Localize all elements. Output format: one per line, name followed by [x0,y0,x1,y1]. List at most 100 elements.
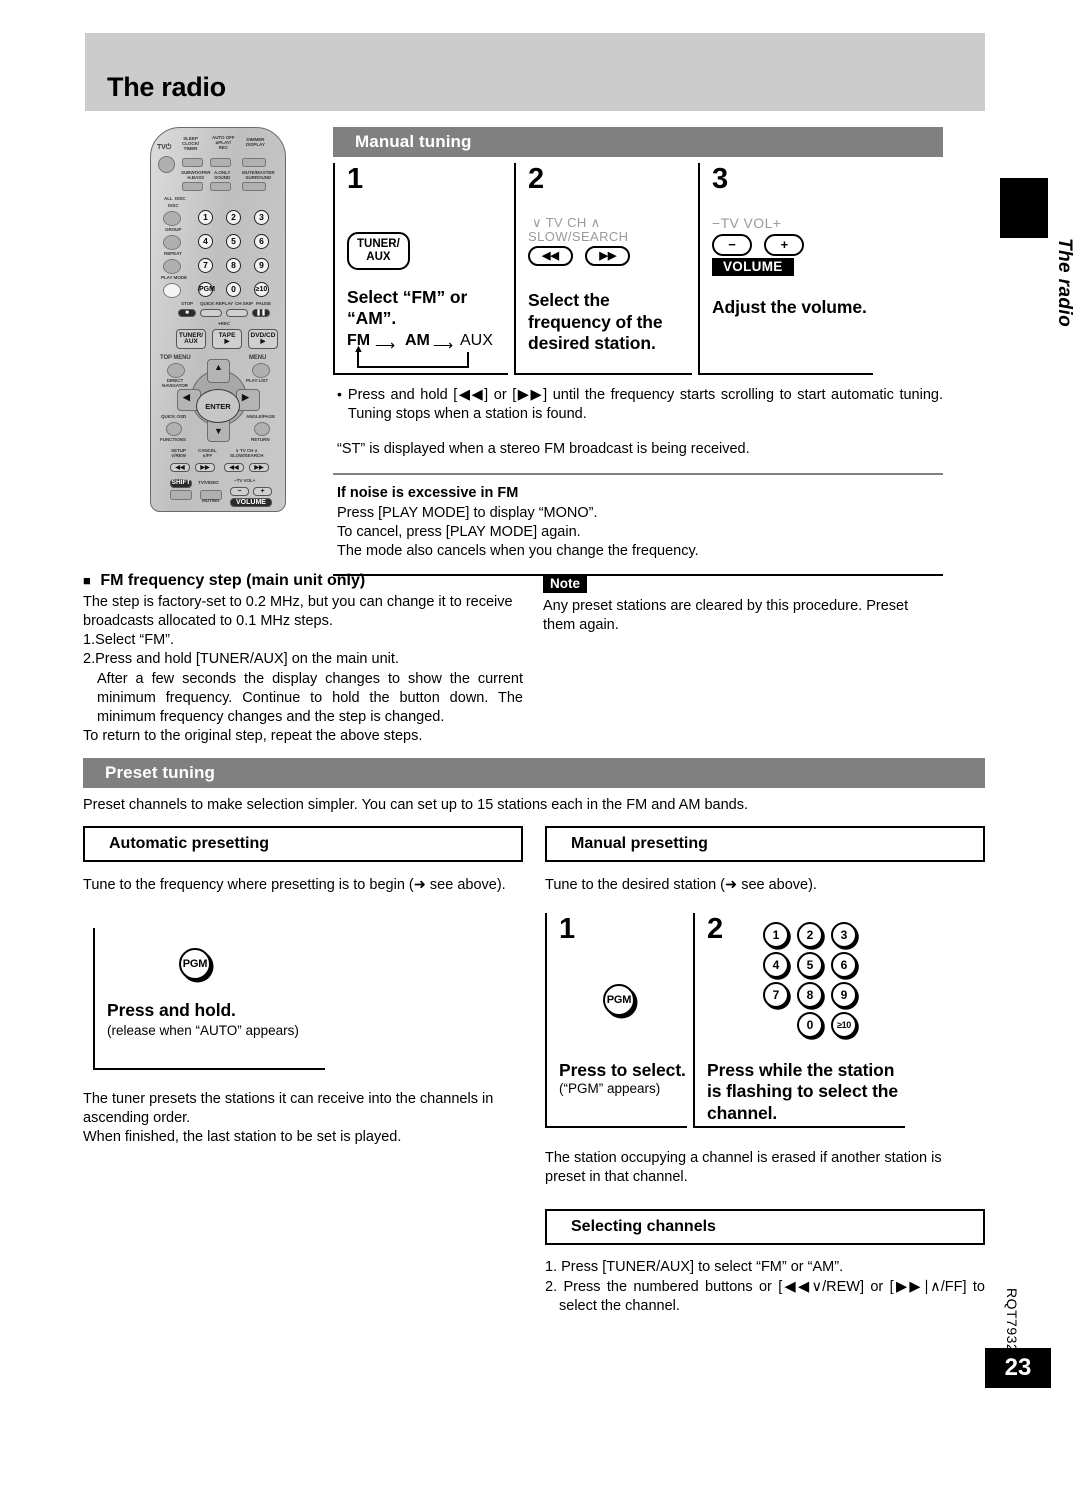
remote-shift-button[interactable] [170,490,192,500]
remote-enter-button[interactable]: ENTER [196,389,240,423]
remote-dvd-cd-button[interactable]: DVD/CD ▶ [248,329,278,349]
manual-presetting-intro: Tune to the desired station (➜ see above… [545,877,817,893]
remote-label-repeat: REPEAT [164,251,182,256]
numpad-key-0[interactable]: 0 [797,1012,823,1039]
remote-subwoofer-button[interactable] [182,182,203,191]
pgm-button-graphic[interactable]: PGM [107,948,325,981]
remote-cancel-ff-button[interactable]: ▶▶ [195,463,215,472]
numpad-key-5[interactable]: 5 [797,952,823,979]
numeric-keypad-graphic[interactable]: 1 2 3 4 5 6 7 8 9 0 ≥10 [707,922,905,1039]
automatic-presetting-step: PGM Press and hold. (release when “AUTO”… [93,928,325,1071]
side-tab-marker [1000,178,1048,238]
remote-mute-master-button[interactable] [242,182,266,191]
remote-top-menu-button[interactable] [167,363,185,378]
numpad-key-4[interactable]: 4 [763,952,789,979]
page-header-band: The radio [85,33,985,111]
remote-label-return: RETURN [251,437,270,442]
remote-label-dimmer-display: DIMMER DISPLAY [246,137,265,147]
automatic-step-caption: Press and hold. [107,1000,236,1021]
remote-num-2[interactable]: 2 [226,210,241,225]
remote-tv-power-button[interactable] [158,156,175,173]
forward-button-graphic[interactable]: ▶▶ [585,246,631,267]
remote-angle-page-button[interactable] [254,422,270,436]
manual-presetting-heading: Manual presetting [545,826,985,862]
tv-vol-label: −TV VOL+ [712,215,782,231]
remote-num-8[interactable]: 8 [226,258,241,273]
remote-label-pause: PAUSE [256,301,271,306]
numpad-key-9[interactable]: 9 [831,982,857,1009]
remote-label-mute-master-surround: MUTE/MASTER SURROUND [242,170,275,180]
volume-down-button-graphic[interactable]: − [712,233,752,256]
remote-num-4[interactable]: 4 [198,234,213,249]
remote-label-muting: MUTING [202,498,220,503]
remote-volume-up-button[interactable]: + [253,487,272,496]
remote-slow-search-fwd-button[interactable]: ▶▶ [249,463,269,472]
numpad-key-6[interactable]: 6 [831,952,857,979]
page-title: The radio [107,72,226,102]
remote-dimmer-button[interactable] [242,158,266,167]
numpad-grid: 1 2 3 4 5 6 7 8 9 0 ≥10 [763,922,905,1039]
fm-step-heading: FM frequency step (main unit only) [100,572,366,589]
remote-num-3[interactable]: 3 [254,210,269,225]
manual-presetting-steps: 1 PGM Press to select. (“PGM” appears) 2… [545,913,985,1129]
pgm-button-label: PGM [179,948,211,981]
remote-menu-button[interactable] [252,363,270,378]
remote-num-5[interactable]: 5 [226,234,241,249]
remote-num-ten-plus[interactable]: ≥10 [254,282,269,297]
numpad-key-7[interactable]: 7 [763,982,789,1009]
tuner-aux-button-graphic[interactable]: TUNER/AUX [347,232,508,270]
remote-num-7[interactable]: 7 [198,258,213,273]
remote-label-top-menu: TOP MENU [160,355,191,361]
remote-pause-button[interactable]: ❚❚ [252,309,270,317]
remote-num-1[interactable]: 1 [198,210,213,225]
remote-pgm-button[interactable]: PGM [198,282,215,297]
step-caption: Press while the station is flashing to s… [707,1060,899,1123]
remote-stop-button[interactable]: ■ [178,309,196,317]
pgm-button-graphic[interactable]: PGM [559,984,687,1017]
remote-quick-replay-button[interactable] [200,309,222,317]
numpad-key-2[interactable]: 2 [797,922,823,949]
remote-quick-osd-button[interactable] [166,422,182,436]
numpad-key-3[interactable]: 3 [831,922,857,949]
manual-tuning-heading: Manual tuning [333,127,943,157]
remote-repeat-button[interactable] [163,259,181,274]
remote-num-6[interactable]: 6 [254,234,269,249]
volume-up-button-graphic[interactable]: + [764,233,805,256]
remote-disc-button[interactable] [163,211,181,226]
remote-slow-search-rev-button[interactable]: ◀◀ [224,463,244,472]
remote-label-setup-vrew: SETUP ∨/REW [171,448,186,458]
automatic-presetting-intro: Tune to the frequency where presetting i… [83,877,506,893]
remote-sleep-button[interactable] [182,158,203,167]
remote-volume-down-button[interactable]: − [230,487,249,496]
remote-group-button[interactable] [163,235,181,250]
manual-presetting-after-text: The station occupying a channel is erase… [545,1150,942,1186]
automatic-after-line-2: When finished, the last station to be se… [83,1129,402,1146]
remote-ch-skip-button[interactable] [226,309,248,317]
remote-label-tv-vol: −TV VOL+ [234,478,256,483]
cycle-arrow-2-icon: ⟶ [433,337,454,354]
remote-label-sleep-clock-timer: SLEEP CLOCK/TIMER [182,136,200,151]
numpad-key-ten-plus[interactable]: ≥10 [831,1012,857,1039]
fm-noise-heading: If noise is excessive in FM [337,485,519,502]
remote-tape-button[interactable]: TAPE ▶ [212,329,242,349]
remote-num-9[interactable]: 9 [254,258,269,273]
remote-label-quick-replay: QUICK REPLAY [200,301,234,306]
step-caption: Adjust the volume. [712,296,867,317]
remote-up-arrow-icon: ▲ [214,362,223,372]
rewind-button-graphic[interactable]: ◀◀ [528,246,573,267]
remote-num-0[interactable]: 0 [226,282,241,297]
manual-presetting-block: Manual presetting Tune to the desired st… [545,826,985,1316]
fm-noise-line-2: To cancel, press [PLAY MODE] again. [337,523,581,540]
preset-tuning-section: Preset tuning Preset channels to make se… [83,758,985,815]
remote-label-play-mode: PLAY MODE [161,275,187,280]
note-text: Any preset stations are cleared by this … [543,598,909,634]
remote-a-only-button[interactable] [210,182,231,191]
remote-play-mode-button[interactable] [163,283,181,298]
manual-presetting-step-2: 2 1 2 3 4 5 6 7 8 9 0 ≥10 Press while th… [693,913,905,1129]
numpad-key-8[interactable]: 8 [797,982,823,1009]
remote-tuner-aux-button[interactable]: TUNER/AUX [176,329,206,349]
remote-setup-rew-button[interactable]: ◀◀ [170,463,190,472]
remote-auto-off-button[interactable] [210,158,231,167]
automatic-step-caption-sub: (release when “AUTO” appears) [107,1023,299,1039]
numpad-key-1[interactable]: 1 [763,922,789,949]
